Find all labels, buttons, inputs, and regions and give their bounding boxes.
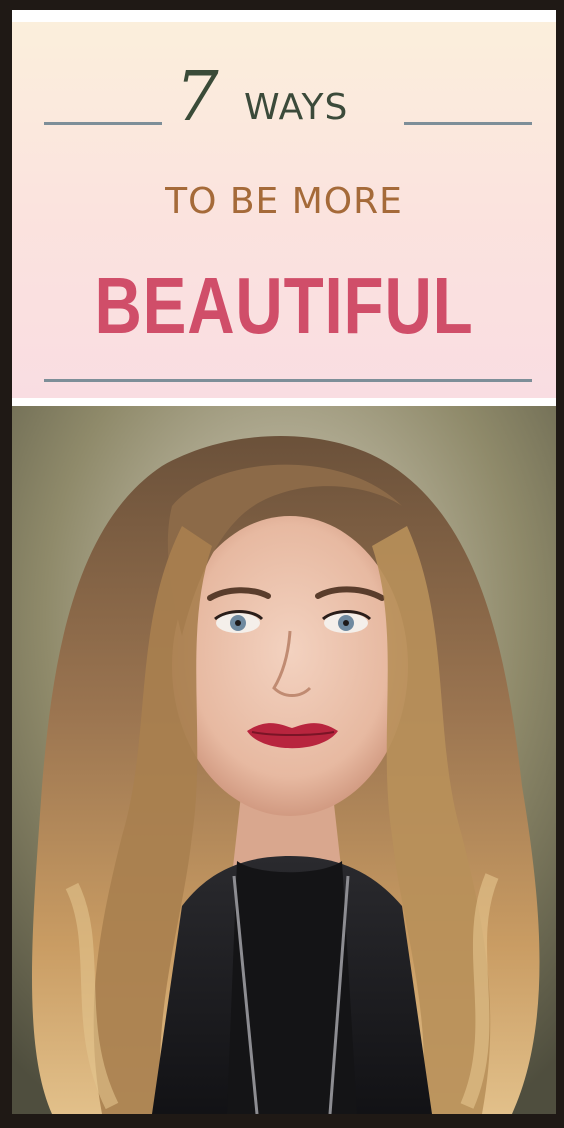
title-line-2: TO BE MORE — [165, 181, 403, 222]
portrait-illustration — [12, 406, 556, 1114]
pin-card: 7 WAYS TO BE MORE BEAUTIFUL — [12, 10, 556, 1114]
title-line-3: BEAUTIFUL — [94, 261, 474, 350]
right-divider — [404, 122, 532, 125]
title-number: 7 — [175, 58, 219, 137]
portrait-photo — [12, 406, 556, 1114]
title-banner: 7 WAYS TO BE MORE BEAUTIFUL — [12, 22, 556, 398]
bottom-divider — [44, 379, 532, 382]
title-ways: WAYS — [244, 87, 349, 128]
left-divider — [44, 122, 162, 125]
